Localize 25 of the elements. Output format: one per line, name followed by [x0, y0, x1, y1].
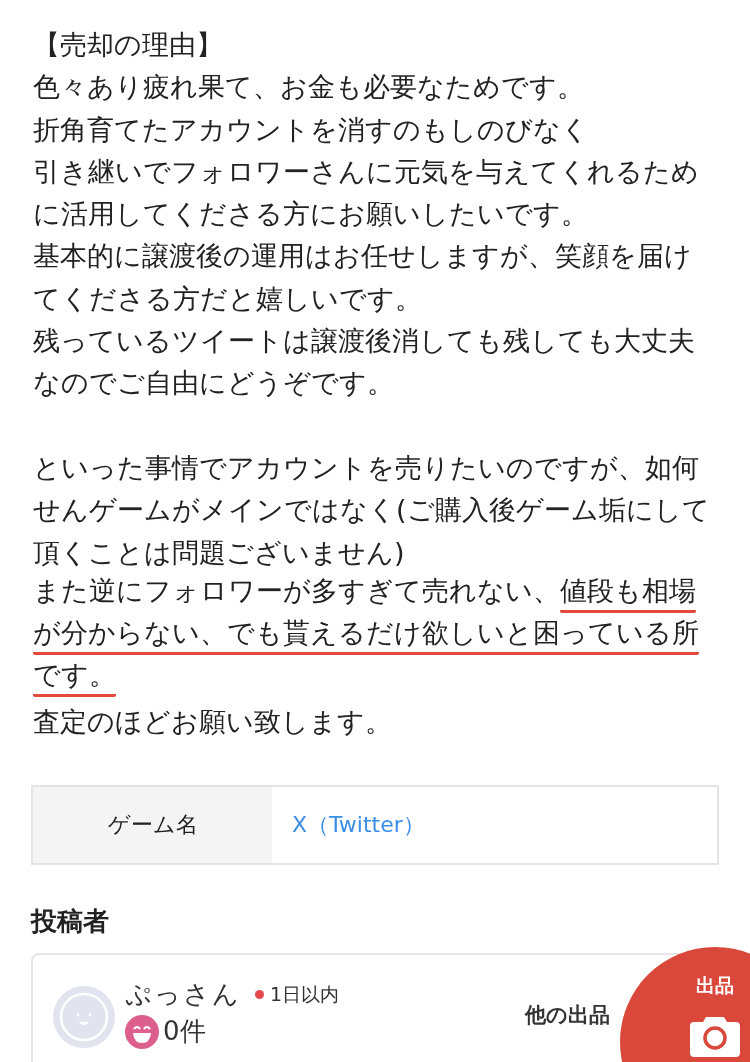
text-line: です。 — [33, 658, 750, 701]
text-line: また逆にフォロワーが多すぎて売れない、値段も相場 — [33, 573, 750, 617]
other-listings-link[interactable]: 他の出品 — [525, 1001, 610, 1030]
smile-icon — [125, 1014, 159, 1049]
section-heading: 投稿者 — [31, 905, 110, 938]
text-line: が分からない、でも貰えるだけ欲しいと困っている所 — [33, 616, 750, 659]
rating-count: 0件 — [163, 1015, 206, 1049]
text-line: 査定のほどお願い致します。 — [33, 704, 393, 739]
user-name[interactable]: ぷっさん — [125, 977, 241, 1013]
text-line: てくださる方だと嬉しいです。 — [33, 281, 423, 316]
text-line: 折角育てたアカウントを消すのもしのびなく — [33, 112, 590, 147]
text-line: 【売却の理由】 — [33, 28, 224, 62]
text-line: 色々あり疲れ果て、お金も必要なためです。 — [33, 70, 585, 105]
text-line: 引き継いでフォロワーさんに元気を与えてくれるため — [33, 154, 700, 189]
text-line: 残っているツイートは譲渡後消しても残しても大丈夫 — [33, 324, 696, 359]
text-line: に活用してくださる方にお願いしたいです。 — [33, 197, 589, 232]
avatar-icon — [53, 986, 115, 1049]
text-line: 頂くことは問題ございません) — [33, 535, 406, 570]
text-line: といった事情でアカウントを売りたいのですが、如何 — [33, 450, 700, 485]
last-seen-text: 1日以内 — [270, 981, 340, 1007]
table-header-cell: ゲーム名 — [33, 787, 272, 864]
text-line: 基本的に譲渡後の運用はお任せしますが、笑顔を届け — [33, 239, 693, 274]
text-line: せんゲームがメインではなく(ご購入後ゲーム垢にして — [33, 493, 711, 528]
sell-button[interactable]: 出品 — [620, 947, 750, 1062]
text-line: なのでご自由にどうぞです。 — [33, 366, 395, 401]
